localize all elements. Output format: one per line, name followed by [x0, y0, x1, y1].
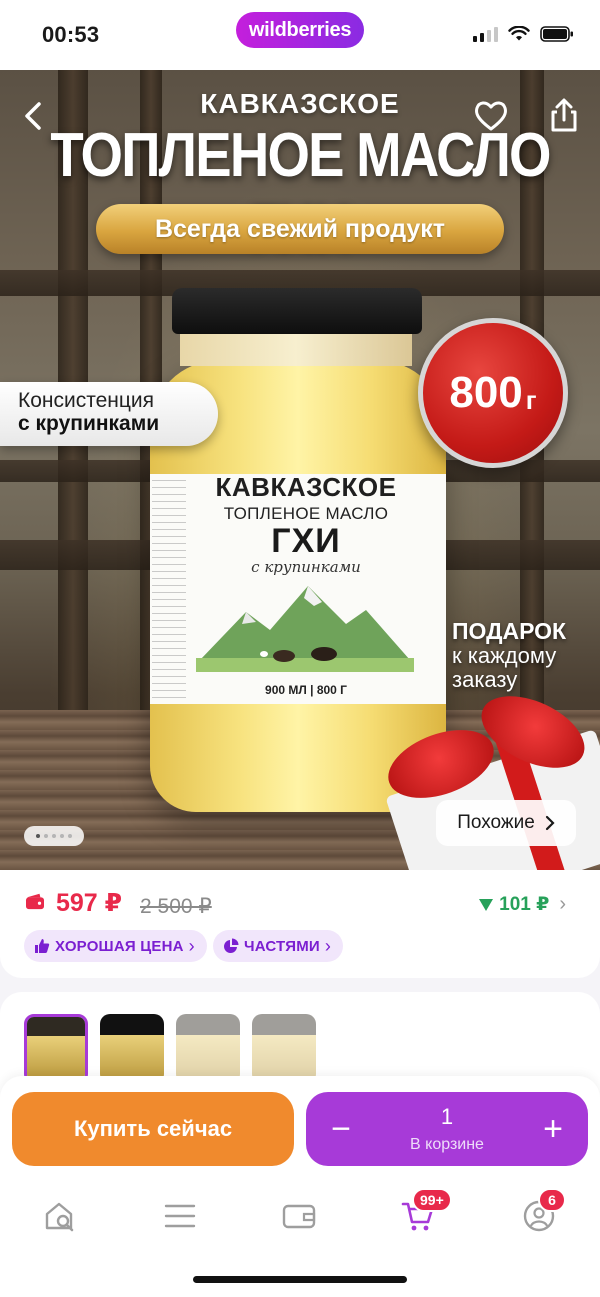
mountains-illustration	[196, 586, 414, 672]
label-product: ТОПЛЕНОЕ МАСЛО	[223, 504, 389, 523]
tab-home-search[interactable]	[30, 1194, 90, 1238]
installments-badge[interactable]: ЧАСТЯМИ ›	[213, 930, 344, 962]
battery-icon	[540, 26, 573, 42]
tab-wallet[interactable]	[269, 1194, 329, 1238]
thumbnail-item[interactable]	[252, 1014, 316, 1084]
cellular-signal-icon	[473, 26, 498, 42]
thumbnail-item[interactable]	[24, 1014, 88, 1084]
price-card: 597 ₽ 2 500 ₽ 101 ₽ › ХОРОШАЯ ЦЕНА › ЧАС…	[0, 870, 600, 978]
profile-notification-badge: 6	[538, 1188, 566, 1212]
old-price: 2 500 ₽	[140, 895, 212, 918]
label-volume: 900 МЛ | 800 Г	[265, 683, 347, 697]
hero-subtitle: КАВКАЗСКОЕ	[200, 88, 400, 119]
wallet-icon	[282, 1204, 316, 1229]
consistency-banner: Консистенция с крупинками	[0, 382, 218, 446]
chevron-right-icon: ›	[559, 893, 566, 915]
menu-icon	[164, 1204, 196, 1228]
pie-chart-icon	[224, 938, 239, 953]
gift-promo-text: ПОДАРОК к каждому заказу	[452, 618, 567, 692]
wifi-icon	[508, 26, 530, 41]
label-brand: КАВКАЗСКОЕ	[215, 472, 397, 502]
home-search-icon	[45, 1202, 74, 1232]
cart-quantity: 1	[440, 1104, 454, 1129]
thumbnail-item[interactable]	[176, 1014, 240, 1084]
thumbnail-item[interactable]	[100, 1014, 164, 1084]
in-cart-label: В корзине	[410, 1136, 484, 1153]
product-image-carousel[interactable]: КАВКАЗСКОЕ ТОПЛЕНОЕ МАСЛО ГХИ Всегда све…	[0, 70, 600, 870]
label-ghee: ГХИ	[271, 522, 341, 560]
fresh-product-banner: Всегда свежий продукт	[96, 204, 504, 254]
status-icons	[473, 26, 574, 42]
home-indicator	[193, 1276, 407, 1283]
purchase-action-bar: Купить сейчас − 1 В корзине +	[0, 1076, 600, 1180]
buy-now-button[interactable]: Купить сейчас	[12, 1092, 294, 1166]
status-bar: 00:53 wildberries	[0, 0, 600, 70]
cashback-info[interactable]: 101 ₽ ›	[479, 893, 566, 916]
tab-catalog[interactable]	[150, 1194, 210, 1238]
weight-badge: 800 г	[418, 318, 568, 468]
wildberries-logo[interactable]: wildberries	[236, 12, 364, 48]
status-time: 00:53	[42, 22, 100, 47]
carousel-dots	[24, 826, 84, 846]
cart-count-badge: 99+	[412, 1188, 452, 1212]
jar-neck	[180, 330, 412, 366]
thumbs-up-icon	[35, 939, 50, 953]
similar-products-button[interactable]: Похожие	[436, 800, 576, 846]
chevron-right-icon: ›	[188, 935, 195, 956]
current-price: 597 ₽	[56, 889, 123, 917]
decrease-quantity-button[interactable]: −	[306, 1092, 376, 1166]
chevron-right-icon	[545, 815, 555, 831]
wallet-price-icon	[26, 893, 44, 910]
good-price-badge[interactable]: ХОРОШАЯ ЦЕНА ›	[24, 930, 207, 962]
jar-lid	[172, 288, 422, 334]
chevron-right-icon: ›	[324, 935, 332, 956]
down-arrow-icon	[479, 898, 494, 911]
increase-quantity-button[interactable]: +	[518, 1092, 588, 1166]
cart-quantity-stepper: − 1 В корзине +	[306, 1092, 588, 1166]
